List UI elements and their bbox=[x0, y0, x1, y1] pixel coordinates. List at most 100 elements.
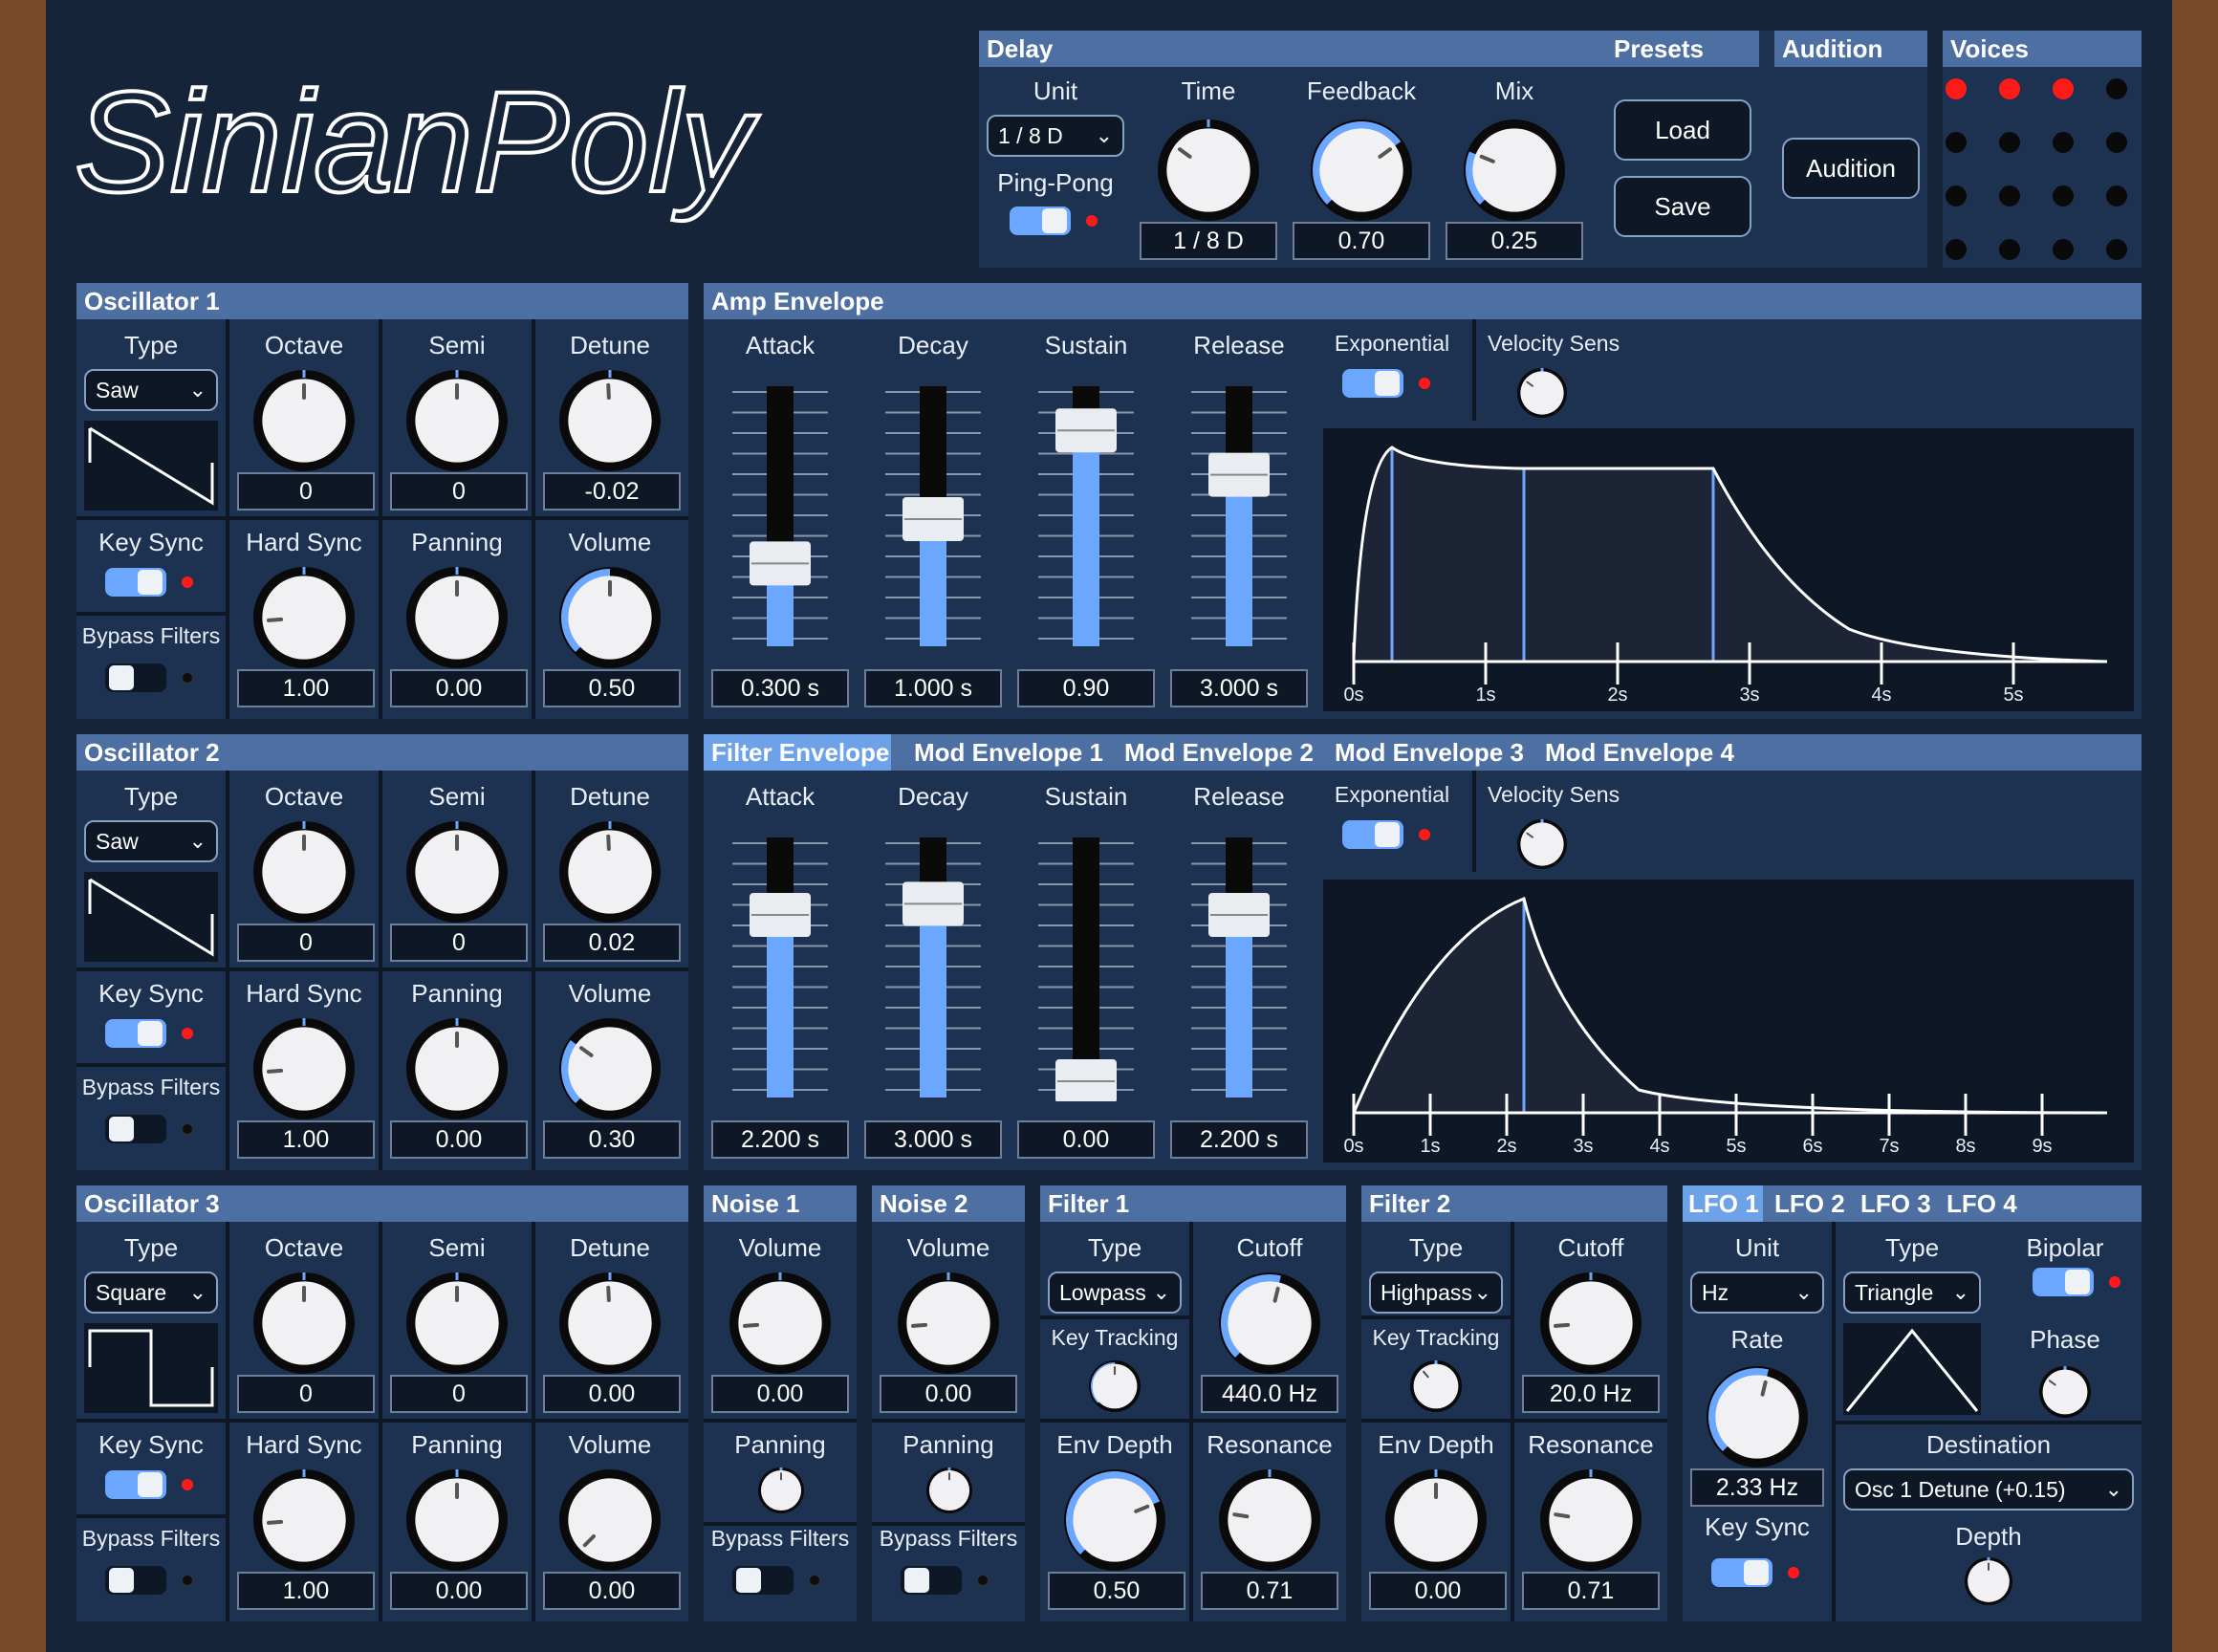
volume-label: Volume bbox=[568, 528, 652, 556]
delay-mix-knob[interactable] bbox=[1461, 117, 1568, 228]
time-tick-label: 1s bbox=[1420, 1136, 1441, 1157]
voice-led bbox=[1999, 239, 2020, 260]
oscillator-panel: Oscillator 3 Type Square ⌄ Octave 0 Semi 0 Detun… bbox=[76, 1185, 688, 1621]
synth-window: SinianPoly Delay Unit 1 / 8 D ⌄ Ping-Pong… bbox=[46, 0, 2172, 1652]
lfo-rate-knob[interactable] bbox=[1704, 1363, 1811, 1475]
key-sync-toggle[interactable] bbox=[105, 1019, 166, 1048]
env-depth-knob[interactable] bbox=[1382, 1467, 1490, 1578]
lfo-destination-dropdown[interactable]: Osc 1 Detune (+0.15) ⌄ bbox=[1843, 1468, 2134, 1511]
sustain-slider[interactable] bbox=[1038, 382, 1134, 650]
time-tick-label: 3s bbox=[1739, 685, 1760, 706]
decay-slider[interactable] bbox=[885, 834, 981, 1101]
key-tracking-knob[interactable] bbox=[1407, 1358, 1465, 1420]
audition-button[interactable]: Audition bbox=[1782, 138, 1920, 199]
release-slider[interactable] bbox=[1191, 834, 1287, 1101]
attack-slider[interactable] bbox=[732, 834, 828, 1101]
bypass-filters-toggle[interactable] bbox=[105, 1115, 166, 1143]
detune-knob[interactable] bbox=[556, 818, 663, 930]
delay-unit-dropdown[interactable]: 1 / 8 D ⌄ bbox=[987, 115, 1124, 157]
semi-knob[interactable] bbox=[403, 367, 511, 479]
detune-knob[interactable] bbox=[556, 1270, 663, 1381]
resonance-knob[interactable] bbox=[1537, 1467, 1644, 1578]
lfo-keysync-label: Key Sync bbox=[1705, 1512, 1810, 1541]
octave-knob[interactable] bbox=[250, 818, 358, 930]
delay-feedback-knob[interactable] bbox=[1308, 117, 1415, 228]
lfo-tab[interactable]: LFO 2 bbox=[1769, 1185, 1849, 1222]
envelope-tab[interactable]: Mod Envelope 4 bbox=[1537, 734, 1734, 771]
cutoff-knob[interactable] bbox=[1537, 1270, 1644, 1381]
volume-knob[interactable] bbox=[556, 1015, 663, 1127]
key-sync-toggle[interactable] bbox=[105, 568, 166, 597]
velocity-sens-label: Velocity Sens bbox=[1488, 782, 1620, 807]
lfo-type-dropdown[interactable]: Triangle ⌄ bbox=[1843, 1272, 1981, 1314]
semi-knob[interactable] bbox=[403, 818, 511, 930]
delay-time-knob[interactable] bbox=[1155, 117, 1262, 228]
lfo-phase-knob[interactable] bbox=[2036, 1363, 2094, 1425]
release-value: 3.000 s bbox=[1170, 669, 1308, 707]
hard-sync-knob[interactable] bbox=[250, 1015, 358, 1127]
panning-knob[interactable] bbox=[403, 564, 511, 676]
panning-knob[interactable] bbox=[403, 1015, 511, 1127]
sustain-slider[interactable] bbox=[1038, 834, 1134, 1103]
lfo-depth-label: Depth bbox=[1955, 1522, 2022, 1551]
volume-knob[interactable] bbox=[556, 564, 663, 676]
noise-panning-knob[interactable] bbox=[924, 1465, 975, 1521]
env-depth-label: Env Depth bbox=[1378, 1430, 1494, 1459]
time-tick-label: 5s bbox=[2003, 685, 2024, 706]
noise-panel: Noise 1 Volume 0.00 Panning Bypass Filters bbox=[704, 1185, 857, 1621]
filter-type-dropdown[interactable]: Highpass ⌄ bbox=[1369, 1272, 1503, 1314]
detune-value: 0.02 bbox=[543, 924, 681, 962]
voice-led bbox=[1946, 185, 1967, 206]
velocity-sens-knob[interactable] bbox=[1514, 365, 1570, 425]
envelope-tab[interactable]: Mod Envelope 1 bbox=[906, 734, 1103, 771]
detune-knob[interactable] bbox=[556, 367, 663, 479]
lfo-keysync-toggle[interactable] bbox=[1711, 1558, 1772, 1587]
lfo-tab[interactable]: LFO 4 bbox=[1941, 1185, 2021, 1222]
semi-knob[interactable] bbox=[403, 1270, 511, 1381]
save-button[interactable]: Save bbox=[1614, 176, 1751, 237]
exponential-toggle[interactable] bbox=[1342, 369, 1403, 398]
noise-volume-knob[interactable] bbox=[895, 1270, 1002, 1381]
octave-knob[interactable] bbox=[250, 367, 358, 479]
sustain-label: Sustain bbox=[1044, 331, 1128, 359]
lfo-unit-dropdown[interactable]: Hz ⌄ bbox=[1690, 1272, 1824, 1314]
cutoff-knob[interactable] bbox=[1216, 1270, 1323, 1381]
bypass-filters-toggle[interactable] bbox=[732, 1566, 794, 1595]
pingpong-toggle[interactable] bbox=[1010, 206, 1071, 235]
env-depth-knob[interactable] bbox=[1061, 1467, 1168, 1578]
lfo-bipolar-toggle[interactable] bbox=[2033, 1268, 2094, 1296]
noise-panning-knob[interactable] bbox=[755, 1465, 807, 1521]
exponential-led bbox=[1419, 829, 1430, 840]
wave-type-dropdown[interactable]: Square ⌄ bbox=[84, 1272, 218, 1314]
envelope-tab[interactable]: Mod Envelope 3 bbox=[1327, 734, 1524, 771]
envelope-tab[interactable]: Filter Envelope bbox=[704, 734, 891, 771]
octave-knob[interactable] bbox=[250, 1270, 358, 1381]
bypass-filters-toggle[interactable] bbox=[105, 663, 166, 692]
exponential-toggle[interactable] bbox=[1342, 820, 1403, 849]
delay-mix-value: 0.25 bbox=[1446, 222, 1583, 260]
attack-slider[interactable] bbox=[732, 382, 828, 650]
release-slider[interactable] bbox=[1191, 382, 1287, 650]
amp-envelope-title: Amp Envelope bbox=[704, 283, 2142, 319]
noise-volume-knob[interactable] bbox=[727, 1270, 834, 1381]
filter-type-label: Type bbox=[1087, 1233, 1142, 1262]
hard-sync-knob[interactable] bbox=[250, 1467, 358, 1578]
resonance-knob[interactable] bbox=[1216, 1467, 1323, 1578]
filter-type-dropdown[interactable]: Lowpass ⌄ bbox=[1048, 1272, 1182, 1314]
panning-knob[interactable] bbox=[403, 1467, 511, 1578]
bypass-filters-toggle[interactable] bbox=[901, 1566, 962, 1595]
key-tracking-knob[interactable] bbox=[1086, 1358, 1143, 1420]
wave-type-dropdown[interactable]: Saw ⌄ bbox=[84, 820, 218, 862]
volume-knob[interactable] bbox=[556, 1467, 663, 1578]
lfo-tab[interactable]: LFO 1 bbox=[1683, 1185, 1763, 1222]
lfo-depth-knob[interactable] bbox=[1962, 1554, 2015, 1613]
velocity-sens-knob[interactable] bbox=[1514, 816, 1570, 877]
load-button[interactable]: Load bbox=[1614, 99, 1751, 161]
bypass-filters-toggle[interactable] bbox=[105, 1566, 166, 1595]
wave-type-dropdown[interactable]: Saw ⌄ bbox=[84, 369, 218, 411]
key-sync-toggle[interactable] bbox=[105, 1470, 166, 1499]
decay-slider[interactable] bbox=[885, 382, 981, 650]
hard-sync-knob[interactable] bbox=[250, 564, 358, 676]
lfo-tab[interactable]: LFO 3 bbox=[1855, 1185, 1935, 1222]
envelope-tab[interactable]: Mod Envelope 2 bbox=[1117, 734, 1314, 771]
